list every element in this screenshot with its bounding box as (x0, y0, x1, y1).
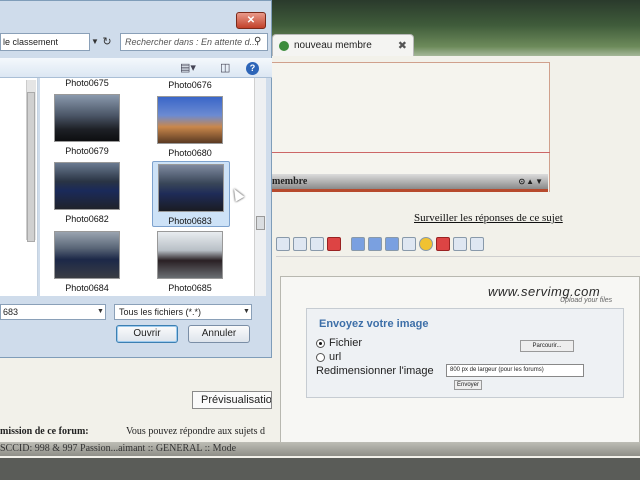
upload-title: Envoyez votre image (319, 318, 429, 330)
file-list-scrollbar[interactable] (254, 78, 266, 296)
open-button[interactable]: Ouvrir (116, 325, 178, 343)
view-mode-icon[interactable]: ▤▾ (180, 61, 196, 74)
watch-topic-link[interactable]: Surveiller les réponses de ce sujet (414, 212, 563, 224)
search-input[interactable]: Rechercher dans : En attente d... (120, 33, 268, 51)
membre-header-bar: membre ⊙▲▼ (268, 174, 548, 192)
file-item-label[interactable]: Photo0680 (150, 148, 230, 158)
close-icon[interactable]: ✕ (236, 12, 266, 29)
tab-close-icon[interactable]: ✖ (398, 39, 407, 52)
search-icon[interactable]: ⚲ (254, 36, 261, 47)
message-editor[interactable] (268, 62, 550, 192)
radio-file[interactable] (316, 338, 325, 348)
editor-divider (268, 152, 550, 153)
filename-input[interactable]: 683 (0, 304, 106, 320)
calendar-icon[interactable] (436, 237, 450, 251)
file-item-label[interactable]: Photo0683 (150, 216, 230, 226)
photo-thumbnail[interactable] (157, 231, 223, 279)
breadcrumb[interactable]: SCCID: 998 & 997 Passion...aimant :: GEN… (0, 442, 640, 456)
file-list-scroll-thumb[interactable] (256, 216, 265, 230)
editor-toolbar (276, 234, 500, 254)
radio-url-option[interactable]: url (316, 351, 341, 363)
font-color-icon[interactable] (368, 237, 382, 251)
smiley-icon[interactable] (419, 237, 433, 251)
photo-thumbnail[interactable] (158, 164, 224, 212)
image-icon[interactable] (276, 237, 290, 251)
navigation-scroll-thumb[interactable] (27, 92, 35, 242)
photo-thumbnail[interactable] (54, 94, 120, 142)
file-item-label[interactable]: Photo0685 (150, 283, 230, 293)
youtube-icon[interactable] (327, 237, 341, 251)
photo-thumbnail[interactable] (54, 231, 120, 279)
send-button[interactable]: Envoyer (454, 380, 482, 390)
gear-icon[interactable] (453, 237, 467, 251)
file-item-label[interactable]: Photo0679 (47, 146, 127, 156)
chevron-down-icon[interactable]: ▼ (243, 308, 250, 315)
dialog-toolbar (0, 58, 272, 78)
resize-label: Redimensionner l'image (316, 365, 434, 377)
file-item-label[interactable]: Photo0682 (47, 214, 127, 224)
permissions-title: mission de ce forum: (0, 426, 89, 437)
preview-pane-icon[interactable]: ◫ (220, 61, 230, 74)
link-icon[interactable] (293, 237, 307, 251)
radio-url-label: url (329, 351, 342, 363)
radio-file-option[interactable]: Fichier (316, 337, 362, 349)
photo-thumbnail[interactable] (157, 96, 223, 144)
monitor-bezel (0, 458, 640, 480)
quote-icon[interactable] (310, 237, 324, 251)
font-size-icon[interactable] (351, 237, 365, 251)
file-item-label[interactable]: Photo0684 (47, 283, 127, 293)
photo-thumbnail[interactable] (54, 162, 120, 210)
radio-file-label: Fichier (329, 337, 363, 349)
cancel-button[interactable]: Annuler (188, 325, 250, 343)
chevron-down-icon[interactable]: ▼ (97, 308, 104, 315)
servimg-tagline: Upload your files (560, 297, 613, 304)
preview-button[interactable]: Prévisualisation (192, 391, 272, 409)
tab-title: nouveau membre (294, 40, 372, 51)
scroll-arrows-icon[interactable]: ⊙▲▼ (518, 177, 544, 186)
file-type-select[interactable]: Tous les fichiers (*.*) (114, 304, 252, 320)
site-favicon-icon (279, 40, 289, 51)
browser-tab[interactable]: nouveau membre ✖ (272, 34, 414, 56)
address-bar[interactable]: le classement (0, 33, 90, 51)
permissions-text: Vous pouvez répondre aux sujets d (126, 426, 265, 437)
resize-select[interactable]: 800 px de largeur (pour les forums) (446, 364, 584, 377)
font-face-icon[interactable] (385, 237, 399, 251)
separator-icon (344, 237, 348, 251)
file-item-label[interactable]: Photo0675 (47, 78, 127, 88)
help-icon[interactable]: ? (246, 62, 259, 75)
browse-button[interactable]: Parcourir... (520, 340, 574, 352)
special-chars-icon[interactable] (402, 237, 416, 251)
toolbar-divider (276, 256, 640, 257)
file-item-label[interactable]: Photo0676 (150, 80, 230, 90)
source-icon[interactable] (470, 237, 484, 251)
refresh-icon[interactable]: ↻ (98, 33, 116, 51)
resize-select-value: 800 px de largeur (pour les forums) (450, 367, 544, 373)
radio-url[interactable] (316, 352, 325, 362)
membre-label: membre (272, 176, 308, 187)
